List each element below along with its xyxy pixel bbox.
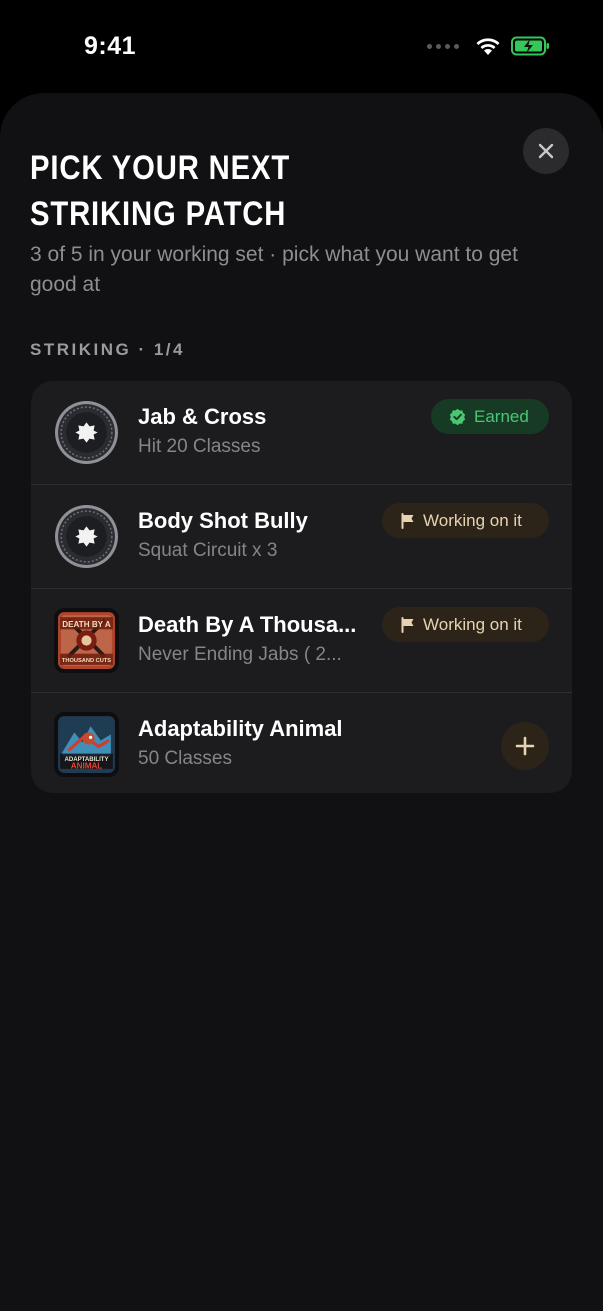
patch-title: Adaptability Animal (138, 716, 343, 741)
adaptability-animal-patch: ADAPTABILITY ANIMAL (54, 712, 119, 777)
patch-list: Jab & Cross Hit 20 Classes Earned Body S… (31, 381, 572, 793)
patch-row-adaptability-animal[interactable]: ADAPTABILITY ANIMAL Adaptability Animal … (31, 693, 572, 793)
status-badge-label: Earned (474, 406, 529, 426)
page-subtitle: 3 of 5 in your working set · pick what y… (30, 243, 518, 296)
patch-requirement: Never Ending Jabs ( 2... (138, 644, 342, 665)
flag-icon (401, 512, 414, 529)
battery-charging-icon (511, 36, 549, 56)
status-icons (427, 36, 551, 56)
patch-requirement: 50 Classes (138, 748, 232, 769)
plus-icon (515, 736, 535, 756)
locked-badge-icon (55, 401, 118, 464)
patch-text-bottom: ANIMAL (71, 761, 103, 770)
status-badge-label: Working on it (423, 510, 522, 530)
patch-row-death-by-a-thousand-cuts[interactable]: DEATH BY A THOUSAND CUTS Death By A Thou… (31, 589, 572, 693)
patch-row-body-shot-bully[interactable]: Body Shot Bully Squat Circuit x 3 Workin… (31, 485, 572, 589)
section-label: STRIKING · 1/4 (30, 340, 185, 359)
patch-requirement: Squat Circuit x 3 (138, 540, 278, 561)
close-icon (538, 143, 554, 159)
patch-requirement: Hit 20 Classes (138, 436, 261, 457)
close-button[interactable] (523, 128, 569, 174)
status-time: 9:41 (84, 32, 137, 60)
patch-row-jab-cross[interactable]: Jab & Cross Hit 20 Classes Earned (31, 381, 572, 485)
verified-check-icon (449, 408, 466, 425)
patch-title: Jab & Cross (138, 404, 267, 429)
page-title: PICK YOUR NEXT STRIKING PATCH (30, 149, 291, 233)
patch-text-bottom: THOUSAND CUTS (62, 658, 111, 664)
death-by-a-thousand-cuts-patch: DEATH BY A THOUSAND CUTS (54, 608, 119, 673)
status-badge-earned: Earned (431, 399, 549, 434)
wifi-icon (476, 38, 500, 55)
flag-icon (401, 616, 414, 633)
patch-text-top: DEATH BY A (62, 620, 111, 629)
patch-picker-sheet: PICK YOUR NEXT STRIKING PATCH 3 of 5 in … (0, 93, 603, 1311)
patch-title: Death By A Thousa... (138, 612, 357, 637)
patch-title: Body Shot Bully (138, 508, 308, 533)
signal-icon (427, 43, 459, 49)
status-badge-working: Working on it (382, 607, 549, 642)
add-patch-button[interactable] (501, 722, 549, 770)
status-bar: 9:41 (0, 0, 603, 95)
locked-badge-icon (55, 505, 118, 568)
status-badge-working: Working on it (382, 503, 549, 538)
status-badge-label: Working on it (423, 614, 522, 634)
